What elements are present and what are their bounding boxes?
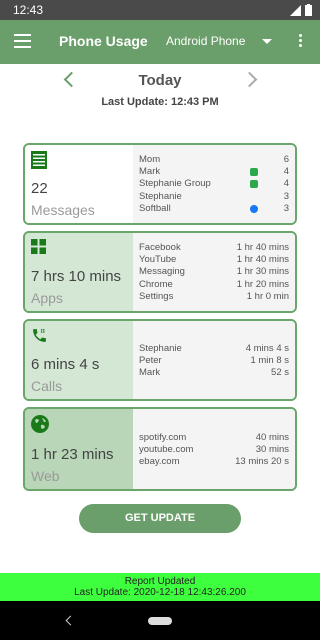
messages-list: Mom 6 Mark 4 Stephanie Group 4 Stephanie 3 S…	[133, 145, 295, 223]
app-bar: Phone Usage Android Phone	[0, 20, 320, 64]
list-item[interactable]: Stephanie 4 mins 4 s	[139, 342, 289, 354]
system-nav-bar	[0, 601, 320, 640]
calls-card[interactable]: 6 mins 4 s Calls Stephanie 4 mins 4 s Pet…	[23, 319, 297, 401]
messages-count: 22	[31, 180, 48, 197]
date-nav: Today	[0, 70, 320, 94]
list-item[interactable]: Mark 52 s	[139, 367, 289, 379]
report-detail: Last Update: 2020-12-18 12:43:26.200	[74, 587, 246, 598]
apps-label: Apps	[31, 290, 63, 306]
list-item[interactable]: Settings 1 hr 0 min	[139, 291, 289, 303]
battery-icon	[305, 4, 312, 16]
calls-total: 6 mins 4 s	[31, 356, 100, 373]
list-item[interactable]: Stephanie Group 4	[139, 178, 289, 190]
list-item[interactable]: Stephanie 3	[139, 190, 289, 202]
list-item[interactable]: Peter 1 min 8 s	[139, 354, 289, 366]
web-card[interactable]: 1 hr 23 mins Web spotify.com 40 mins yout…	[23, 407, 297, 491]
list-item[interactable]: YouTube 1 hr 40 mins	[139, 253, 289, 265]
apps-grid-icon	[31, 239, 46, 254]
web-total: 1 hr 23 mins	[31, 446, 114, 463]
report-title: Report Updated	[124, 576, 196, 587]
whatsapp-icon	[249, 179, 258, 188]
status-icons	[290, 4, 312, 16]
globe-icon	[31, 415, 49, 433]
calls-summary: 6 mins 4 s Calls	[25, 321, 133, 399]
list-item[interactable]: Softball 3	[139, 203, 289, 215]
list-item[interactable]: youtube.com 30 mins	[139, 443, 289, 455]
list-item[interactable]: Mom 6	[139, 153, 289, 165]
whatsapp-icon	[249, 167, 258, 176]
apps-list: Facebook 1 hr 40 mins YouTube 1 hr 40 mins…	[133, 233, 295, 311]
list-item[interactable]: Chrome 1 hr 20 mins	[139, 278, 289, 290]
messages-label: Messages	[31, 202, 95, 218]
status-bar: 12:43	[0, 0, 320, 20]
app-title: Phone Usage	[59, 33, 148, 49]
menu-icon[interactable]	[14, 34, 31, 48]
messages-card[interactable]: 22 Messages Mom 6 Mark 4 Stephanie Group 4 …	[23, 143, 297, 225]
web-label: Web	[31, 468, 60, 484]
apps-summary: 7 hrs 10 mins Apps	[25, 233, 133, 311]
report-status-bar: Report Updated Last Update: 2020-12-18 1…	[0, 573, 320, 601]
device-selector[interactable]: Android Phone	[166, 34, 245, 48]
messages-icon	[31, 151, 47, 169]
dropdown-icon[interactable]	[262, 39, 272, 44]
list-item[interactable]: Messaging 1 hr 30 mins	[139, 266, 289, 278]
date-label: Today	[138, 72, 182, 89]
list-item[interactable]: ebay.com 13 mins 20 s	[139, 456, 289, 468]
home-pill-icon[interactable]	[148, 617, 172, 625]
apps-total: 7 hrs 10 mins	[31, 268, 122, 285]
web-summary: 1 hr 23 mins Web	[25, 409, 133, 489]
list-item[interactable]: spotify.com 40 mins	[139, 431, 289, 443]
list-item[interactable]: Mark 4	[139, 165, 289, 177]
get-update-button[interactable]: GET UPDATE	[79, 504, 241, 533]
overflow-menu-icon[interactable]	[299, 34, 303, 49]
status-time: 12:43	[13, 3, 44, 17]
last-update: Last Update: 12:43 PM	[101, 96, 219, 108]
calls-label: Calls	[31, 378, 63, 394]
messages-summary: 22 Messages	[25, 145, 133, 223]
phone-icon	[33, 329, 46, 342]
back-icon[interactable]	[65, 615, 76, 626]
list-item[interactable]: Facebook 1 hr 40 mins	[139, 241, 289, 253]
apps-card[interactable]: 7 hrs 10 mins Apps Facebook 1 hr 40 mins …	[23, 231, 297, 313]
calls-list: Stephanie 4 mins 4 s Peter 1 min 8 s Mark 5…	[133, 321, 295, 399]
messenger-icon	[249, 204, 258, 213]
web-list: spotify.com 40 mins youtube.com 30 mins eb…	[133, 409, 295, 489]
signal-icon	[290, 4, 301, 16]
